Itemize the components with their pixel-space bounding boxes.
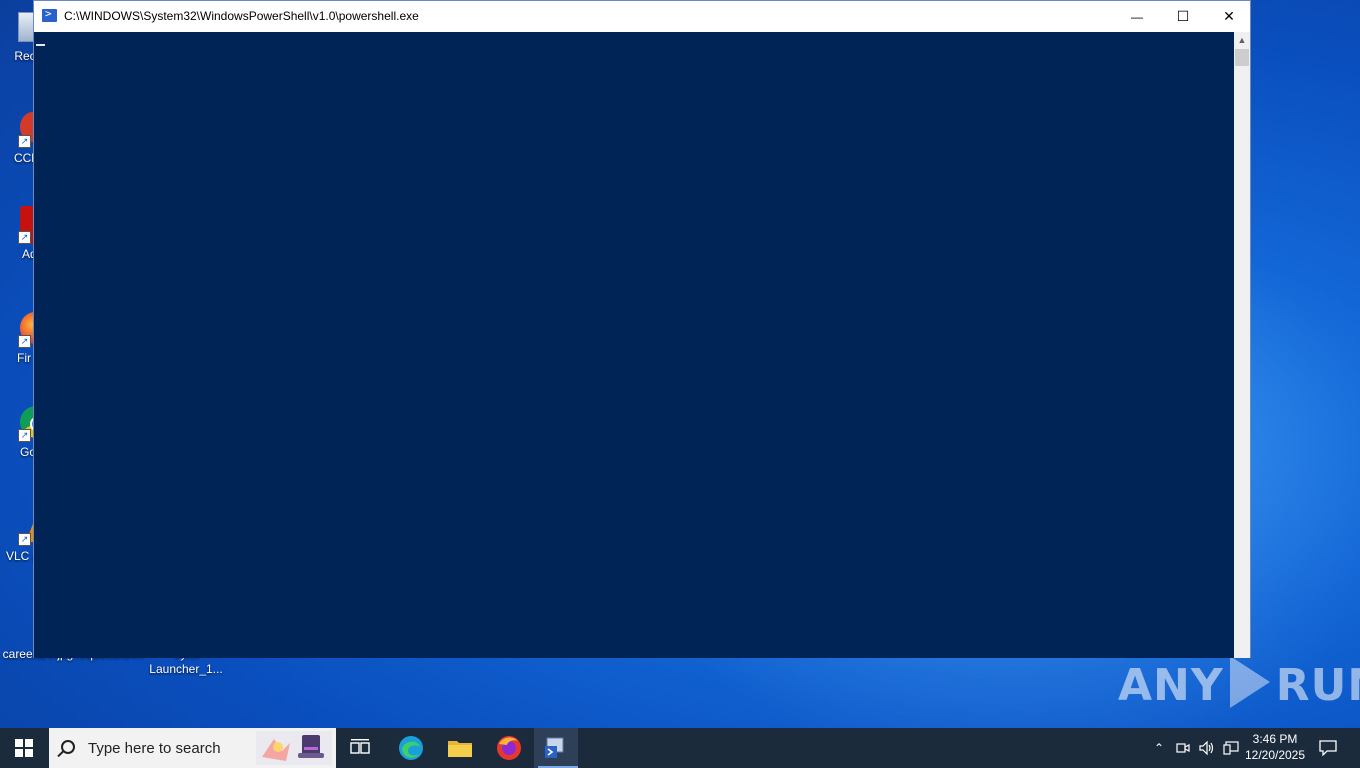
clock-date: 12/20/2025 bbox=[1244, 748, 1306, 762]
maximize-icon: ☐ bbox=[1176, 8, 1190, 24]
system-clock[interactable]: 3:46 PM 12/20/2025 bbox=[1240, 731, 1310, 763]
text-cursor bbox=[36, 44, 45, 46]
powershell-icon bbox=[42, 7, 57, 22]
search-highlight-illustration-icon bbox=[256, 731, 332, 765]
minimize-icon: — bbox=[1131, 10, 1143, 24]
search-icon bbox=[61, 740, 75, 754]
window-titlebar[interactable]: C:\WINDOWS\System32\WindowsPowerShell\v1… bbox=[34, 1, 1250, 32]
desktop: Recy ↗ CCl ↗ Ad Acr ↗ Fir ↗ Go Chr ↗ bbox=[0, 0, 1360, 728]
taskbar-edge[interactable] bbox=[387, 728, 435, 768]
task-view-button[interactable] bbox=[336, 728, 384, 768]
camera-icon bbox=[1176, 743, 1190, 753]
clock-time: 3:46 PM bbox=[1252, 732, 1298, 746]
task-view-icon bbox=[350, 739, 370, 754]
scrollbar-thumb[interactable] bbox=[1235, 49, 1249, 66]
taskbar-firefox[interactable] bbox=[485, 728, 533, 768]
tray-volume[interactable] bbox=[1196, 728, 1218, 768]
desktop-icon-label: CCl bbox=[14, 151, 34, 165]
taskbar-file-explorer[interactable] bbox=[436, 728, 484, 768]
play-logo-icon bbox=[1229, 656, 1270, 708]
scroll-up-icon[interactable]: ▲ bbox=[1234, 32, 1250, 49]
powershell-app-icon bbox=[545, 737, 564, 758]
watermark-text-left: ANY bbox=[1118, 660, 1224, 711]
minimize-button[interactable]: — bbox=[1114, 1, 1160, 32]
console-area[interactable] bbox=[34, 32, 1235, 658]
file-explorer-icon bbox=[448, 741, 472, 757]
shortcut-arrow-icon: ↗ bbox=[18, 135, 31, 148]
chevron-up-icon: ⌃ bbox=[1153, 741, 1165, 755]
shortcut-arrow-icon: ↗ bbox=[18, 533, 31, 546]
vertical-scrollbar[interactable]: ▲ bbox=[1234, 32, 1250, 658]
notification-icon bbox=[1319, 740, 1337, 756]
window-title: C:\WINDOWS\System32\WindowsPowerShell\v1… bbox=[64, 9, 419, 23]
shortcut-arrow-icon: ↗ bbox=[18, 231, 31, 244]
search-placeholder: Type here to search bbox=[88, 740, 221, 757]
maximize-button[interactable]: ☐ bbox=[1160, 1, 1206, 32]
start-button[interactable] bbox=[0, 728, 48, 768]
close-icon: ✕ bbox=[1223, 8, 1235, 24]
show-hidden-icons-button[interactable]: ⌃ bbox=[1148, 728, 1170, 768]
taskbar-powershell[interactable] bbox=[534, 728, 578, 768]
close-button[interactable]: ✕ bbox=[1206, 1, 1252, 32]
network-icon bbox=[1223, 741, 1239, 755]
windows-logo-icon bbox=[15, 739, 33, 757]
taskbar: Type here to search ⌃ 3:46 PM 12/20/2025 bbox=[0, 728, 1360, 768]
desktop-icon-label: Fir bbox=[17, 351, 31, 365]
firefox-icon bbox=[497, 736, 521, 760]
volume-icon bbox=[1199, 741, 1214, 755]
notification-center-button[interactable] bbox=[1310, 728, 1346, 768]
shortcut-arrow-icon: ↗ bbox=[18, 335, 31, 348]
anyrun-watermark: ANY RUN bbox=[1118, 656, 1360, 711]
tray-meet-now[interactable] bbox=[1172, 728, 1194, 768]
shortcut-arrow-icon: ↗ bbox=[18, 429, 31, 442]
watermark-text-right: RUN bbox=[1275, 660, 1360, 711]
tray-network[interactable] bbox=[1220, 728, 1242, 768]
powershell-window[interactable]: C:\WINDOWS\System32\WindowsPowerShell\v1… bbox=[33, 0, 1251, 658]
edge-icon bbox=[399, 736, 423, 760]
taskbar-search[interactable]: Type here to search bbox=[49, 728, 336, 768]
